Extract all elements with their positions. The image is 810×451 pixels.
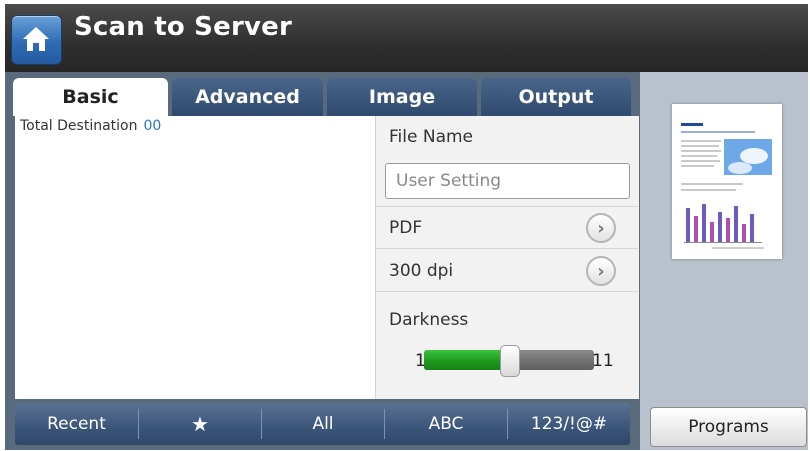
abc-button[interactable]: ABC bbox=[385, 403, 507, 445]
resolution-value[interactable]: 300 dpi bbox=[389, 261, 453, 281]
document-preview-thumbnail[interactable] bbox=[672, 104, 782, 259]
document-preview-image bbox=[681, 123, 772, 249]
file-name-value: User Setting bbox=[396, 171, 502, 191]
file-name-input[interactable]: User Setting bbox=[385, 163, 630, 199]
darkness-slider-thumb[interactable] bbox=[500, 345, 520, 377]
total-destination-label: Total Destination bbox=[20, 118, 138, 134]
darkness-label: Darkness bbox=[389, 310, 469, 330]
all-button[interactable]: All bbox=[262, 403, 384, 445]
tab-output[interactable]: Output bbox=[481, 78, 631, 116]
programs-button[interactable]: Programs bbox=[650, 407, 807, 447]
page-title: Scan to Server bbox=[74, 12, 292, 42]
divider bbox=[376, 291, 638, 292]
tab-strip: Basic Advanced Image Output bbox=[13, 78, 633, 116]
favorites-star-button[interactable]: ★ bbox=[139, 403, 261, 445]
chevron-right-icon: › bbox=[597, 260, 605, 282]
total-destination: Total Destination 00 bbox=[20, 118, 161, 134]
file-format-chevron-button[interactable]: › bbox=[586, 213, 616, 243]
file-format-value[interactable]: PDF bbox=[389, 218, 422, 238]
divider bbox=[376, 248, 638, 249]
tab-image[interactable]: Image bbox=[327, 78, 477, 116]
file-name-label: File Name bbox=[389, 127, 474, 147]
chevron-right-icon: › bbox=[597, 217, 605, 239]
home-icon bbox=[23, 27, 49, 51]
numeric-symbol-button[interactable]: 123/!@# bbox=[508, 403, 630, 445]
tab-basic[interactable]: Basic bbox=[13, 78, 168, 116]
scan-to-server-screen: Scan to Server Basic Advanced Image Outp… bbox=[0, 0, 810, 451]
total-destination-count: 00 bbox=[143, 118, 162, 134]
darkness-slider-fill bbox=[424, 350, 509, 370]
address-filter-bar: Recent ★ All ABC 123/!@# bbox=[15, 403, 630, 445]
home-button[interactable] bbox=[11, 15, 62, 65]
divider bbox=[376, 206, 638, 207]
tab-advanced[interactable]: Advanced bbox=[172, 78, 323, 116]
resolution-chevron-button[interactable]: › bbox=[586, 256, 616, 286]
recent-button[interactable]: Recent bbox=[15, 403, 138, 445]
darkness-max-label: 11 bbox=[592, 351, 614, 371]
